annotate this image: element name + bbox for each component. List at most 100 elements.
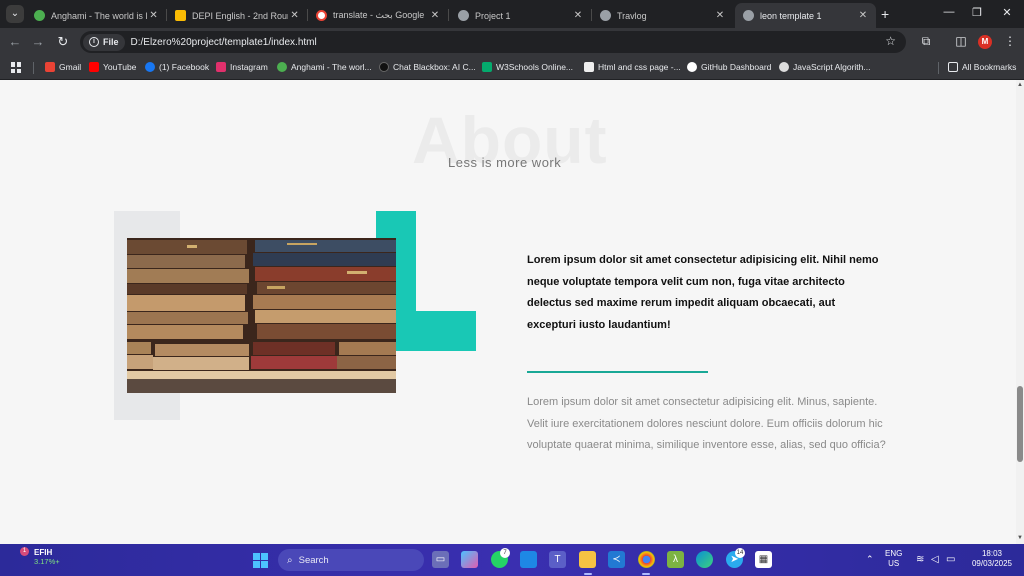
forward-button[interactable]: →: [30, 34, 46, 49]
volume-icon[interactable]: ◁: [931, 554, 939, 565]
google-icon: [316, 10, 327, 21]
chrome-icon[interactable]: [638, 551, 655, 568]
apps-icon[interactable]: [11, 62, 22, 73]
globe-icon: [600, 10, 611, 21]
back-button[interactable]: ←: [7, 34, 23, 49]
clock-time: 18:03: [981, 549, 1003, 558]
bookmark-anghami[interactable]: Anghami - The worl...: [277, 62, 372, 72]
gmail-icon: [45, 62, 55, 72]
scroll-thumb[interactable]: [1017, 386, 1023, 462]
tab-title: DEPI English - 2nd Round: [192, 10, 289, 21]
globe-icon: [743, 10, 754, 21]
bookmark-label: (1) Facebook: [159, 62, 210, 72]
chevron-up-icon[interactable]: ⌃: [866, 554, 874, 565]
clock[interactable]: 18:03 09/03/2025: [966, 549, 1018, 569]
menu-icon[interactable]: ⋮: [1002, 34, 1018, 48]
running-indicator: [584, 573, 592, 575]
tab-strip: ⌄ Anghami - The world is list ✕ DEPI Eng…: [0, 0, 1024, 28]
keyboard-layout: US: [888, 559, 900, 568]
bookmark-gmail[interactable]: Gmail: [45, 62, 81, 72]
arrow-right-icon: →: [31, 34, 45, 49]
close-icon[interactable]: ✕: [713, 10, 727, 21]
tab-search-button[interactable]: ⌄: [6, 5, 24, 23]
tab-depi[interactable]: DEPI English - 2nd Round ✕: [167, 3, 307, 28]
vscode-icon[interactable]: ≺: [608, 551, 625, 568]
taskbar-search[interactable]: ⌕ Search: [278, 549, 424, 571]
stock-widget[interactable]: EFIH 3.17%+: [14, 548, 60, 566]
anghami-icon: [277, 62, 287, 72]
reload-button[interactable]: ↻: [55, 34, 71, 50]
edge-icon[interactable]: [696, 551, 713, 568]
all-bookmarks-label: All Bookmarks: [962, 62, 1017, 72]
store-icon[interactable]: ▦: [755, 551, 772, 568]
bookmark-label: YouTube: [103, 62, 137, 72]
close-icon[interactable]: ✕: [288, 10, 301, 21]
new-tab-button[interactable]: +: [881, 6, 889, 22]
anghami-icon: [34, 10, 45, 21]
bookmark-label: Gmail: [59, 62, 82, 72]
copilot-icon[interactable]: [461, 551, 478, 568]
tab-leon-template[interactable]: leon template 1 ✕: [735, 3, 876, 28]
tab-title: Travlog: [617, 10, 647, 21]
bookmark-html-css[interactable]: Html and css page -...: [584, 62, 681, 72]
folder-icon: [948, 62, 958, 72]
bookmark-w3schools[interactable]: W3Schools Online...: [482, 62, 573, 72]
tab-title: translate - بحث Google: [333, 10, 425, 20]
telegram-badge: 14: [735, 548, 745, 558]
bookmark-label: Anghami - The worl...: [291, 62, 372, 72]
bookmark-github[interactable]: GitHub Dashboard: [687, 62, 771, 72]
close-icon[interactable]: ✕: [571, 10, 585, 21]
paint-icon[interactable]: [520, 551, 537, 568]
tab-project-1[interactable]: Project 1 ✕: [450, 3, 591, 28]
side-panel-icon[interactable]: ◫: [953, 34, 969, 48]
url-text[interactable]: D:/Elzero%20project/template1/index.html: [131, 37, 317, 48]
bookmark-label: Chat Blackbox: AI C...: [393, 62, 476, 72]
github-icon: [687, 62, 697, 72]
reload-icon: ↻: [57, 34, 69, 49]
minimize-button[interactable]: —: [940, 6, 958, 18]
site-info-chip[interactable]: i File: [83, 33, 125, 51]
lambda-app-icon[interactable]: λ: [667, 551, 684, 568]
wifi-icon[interactable]: ≋: [916, 554, 924, 565]
restore-button[interactable]: ❐: [968, 6, 986, 19]
close-icon[interactable]: ✕: [856, 10, 870, 21]
extensions-icon[interactable]: ⧉: [918, 34, 934, 49]
clock-date: 09/03/2025: [971, 559, 1013, 568]
profile-avatar[interactable]: M: [978, 35, 992, 49]
tab-translate[interactable]: translate - بحث Google ✕: [308, 3, 448, 28]
bookmark-instagram[interactable]: Instagram: [216, 62, 268, 72]
all-bookmarks-button[interactable]: All Bookmarks: [948, 62, 1016, 72]
bookmark-label: W3Schools Online...: [496, 62, 574, 72]
bookmark-divider: [938, 62, 939, 74]
file-explorer-icon[interactable]: [579, 551, 596, 568]
chevron-down-icon: ⌄: [10, 8, 20, 19]
bookmark-label: Html and css page -...: [598, 62, 681, 72]
windows-taskbar: 1 EFIH 3.17%+ ⌕ Search ▭ 7 T ≺ λ ➤ 14 ▦ …: [0, 544, 1024, 576]
windows-start-icon[interactable]: [253, 553, 268, 568]
bookmark-star-icon[interactable]: ☆: [885, 34, 896, 48]
page-scrollbar[interactable]: ▲ ▼: [1016, 80, 1024, 544]
scroll-up-icon[interactable]: ▲: [1016, 82, 1024, 88]
address-bar[interactable]: i File D:/Elzero%20project/template1/ind…: [80, 31, 906, 53]
running-indicator: [642, 573, 650, 575]
language-indicator[interactable]: ENG US: [885, 549, 902, 569]
teams-icon[interactable]: T: [549, 551, 566, 568]
bookmark-blackbox[interactable]: Chat Blackbox: AI C...: [379, 62, 476, 72]
close-icon[interactable]: ✕: [147, 10, 160, 21]
bookmark-divider: [33, 62, 34, 74]
globe-icon: [458, 10, 469, 21]
task-view-icon[interactable]: ▭: [432, 551, 449, 568]
tab-anghami[interactable]: Anghami - The world is list ✕: [26, 3, 166, 28]
battery-icon[interactable]: ▭: [946, 554, 955, 565]
scroll-down-icon[interactable]: ▼: [1016, 535, 1024, 541]
bookmark-youtube[interactable]: YouTube: [89, 62, 136, 72]
close-icon[interactable]: ✕: [428, 10, 442, 21]
description-paragraph: Lorem ipsum dolor sit amet consectetur a…: [527, 396, 886, 451]
close-window-button[interactable]: ✕: [998, 6, 1016, 19]
bookmark-facebook[interactable]: (1) Facebook: [145, 62, 209, 72]
bookmark-javascript[interactable]: JavaScript Algorith...: [779, 62, 870, 72]
minimize-icon: —: [943, 6, 955, 18]
youtube-icon: [89, 62, 99, 72]
google-drive-icon: [175, 10, 186, 21]
tab-travlog[interactable]: Travlog ✕: [592, 3, 733, 28]
